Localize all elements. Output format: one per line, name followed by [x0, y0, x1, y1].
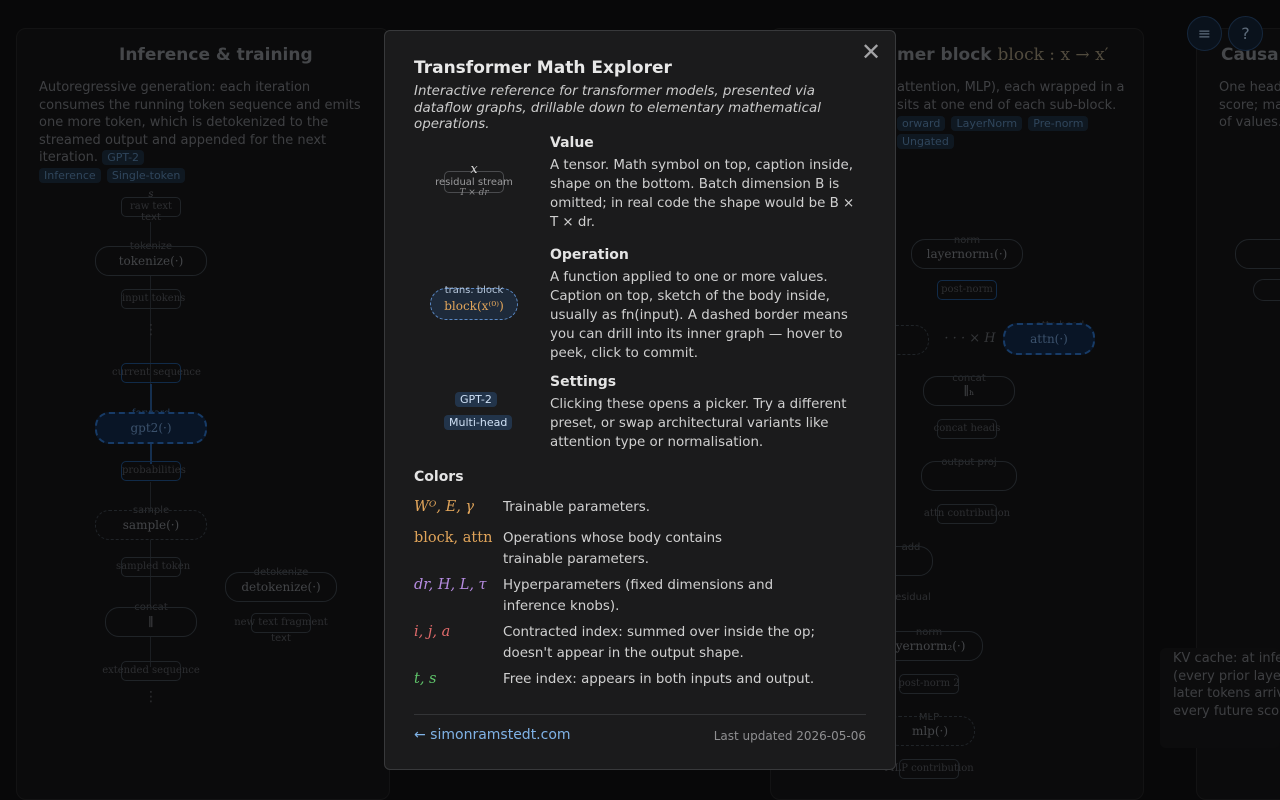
footer-divider	[414, 714, 866, 715]
color-description: Free index: appears in both inputs and o…	[503, 672, 815, 687]
color-symbols: Wᴼ, E, γ	[414, 499, 475, 515]
color-symbols: block, attn	[414, 530, 493, 546]
dialog-title: Transformer Math Explorer	[414, 58, 672, 78]
value-example-symbol: x	[470, 162, 478, 177]
about-dialog: ✕ Transformer Math Explorer Interactive …	[384, 30, 896, 770]
last-updated: Last updated 2026-05-06	[713, 729, 866, 743]
operation-example-body: block(x⁽⁰⁾)	[444, 299, 504, 313]
legend-body: A function applied to one or more values…	[550, 270, 848, 361]
color-description: Contracted index: summed over inside the…	[503, 625, 815, 661]
colors-heading: Colors	[414, 469, 464, 485]
home-link[interactable]: ← simonramstedt.com	[414, 727, 571, 743]
operation-example-caption: trans. block	[444, 285, 504, 296]
legend-heading: Value	[550, 135, 594, 151]
legend-heading: Operation	[550, 247, 629, 263]
settings-example: GPT-2 Multi-head	[414, 374, 534, 454]
settings-example-chip-attention[interactable]: Multi-head	[444, 415, 513, 430]
value-example-caption: residual stream	[435, 177, 513, 188]
dialog-subtitle: Interactive reference for transformer mo…	[414, 84, 821, 132]
legend-operation: trans. block block(x⁽⁰⁾) Operation A fun…	[414, 247, 874, 367]
color-symbols: i, j, a	[414, 624, 451, 640]
legend-heading: Settings	[550, 374, 617, 390]
legend-value-text: Value A tensor. Math symbol on top, capt…	[550, 135, 866, 232]
color-description: Operations whose body contains trainable…	[503, 531, 723, 567]
color-description: Hyperparameters (fixed dimensions and in…	[503, 578, 774, 614]
legend-body: A tensor. Math symbol on top, caption in…	[550, 158, 855, 230]
legend-settings-text: Settings Clicking these opens a picker. …	[550, 374, 866, 452]
value-example-shape: T × dr	[459, 188, 489, 198]
color-symbols: t, s	[414, 671, 437, 687]
value-example: x residual stream T × dr	[414, 163, 534, 203]
settings-example-chip-preset[interactable]: GPT-2	[455, 392, 497, 407]
legend-operation-text: Operation A function applied to one or m…	[550, 247, 866, 363]
operation-example: trans. block block(x⁽⁰⁾)	[414, 285, 534, 323]
legend-body: Clicking these opens a picker. Try a dif…	[550, 397, 847, 450]
color-description: Trainable parameters.	[503, 500, 650, 515]
close-icon[interactable]: ✕	[859, 40, 883, 64]
legend-settings: GPT-2 Multi-head Settings Clicking these…	[414, 374, 874, 454]
legend-value: x residual stream T × dr Value A tensor.…	[414, 135, 874, 235]
color-symbols: dr, H, L, τ	[414, 577, 487, 593]
